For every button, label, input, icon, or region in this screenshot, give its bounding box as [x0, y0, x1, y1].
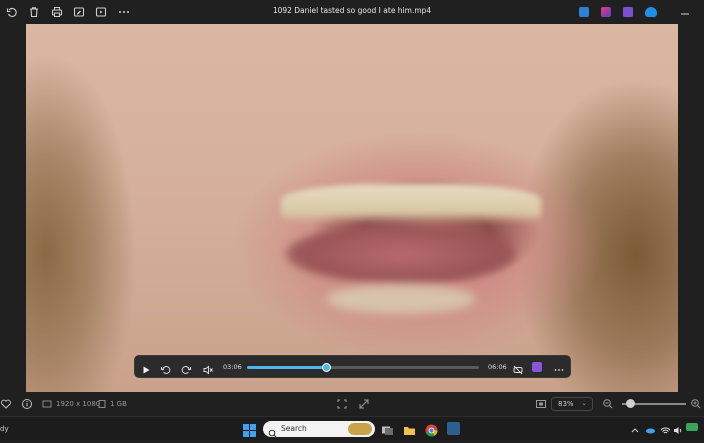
- zoom-value: 83%: [558, 400, 574, 408]
- play-button[interactable]: [140, 361, 152, 374]
- onedrive-icon[interactable]: [645, 7, 657, 17]
- battery-icon: [686, 423, 698, 431]
- windows-start-icon[interactable]: [243, 422, 256, 437]
- video-frame[interactable]: [26, 24, 678, 392]
- status-left-text: dy: [0, 425, 9, 433]
- chevron-down-icon: ⌄: [581, 399, 587, 407]
- video-content-tongue: [286, 224, 516, 284]
- clipchamp-edit-icon[interactable]: [532, 362, 542, 372]
- player-controls: 03:06 06:06: [134, 355, 571, 378]
- zoom-slider-thumb[interactable]: [626, 399, 635, 408]
- volume-mute-icon[interactable]: [202, 361, 214, 375]
- taskbar-search-box[interactable]: Search: [263, 421, 375, 439]
- clipchamp-icon[interactable]: [601, 7, 611, 17]
- zoom-out-icon[interactable]: [602, 398, 614, 410]
- seek-bar-fill: [247, 366, 326, 369]
- title-bar: 1092 Daniel tasted so good I ate him.mp4: [0, 0, 704, 24]
- cloud-tray-icon[interactable]: [645, 422, 656, 435]
- seek-thumb[interactable]: [321, 363, 331, 372]
- zoom-in-icon[interactable]: [690, 398, 702, 410]
- fit-screen-icon[interactable]: [336, 398, 348, 410]
- photos-taskbar-icon[interactable]: [447, 422, 460, 435]
- chrome-icon[interactable]: [425, 422, 438, 437]
- video-content-teeth: [281, 184, 541, 224]
- current-time: 03:06: [223, 363, 242, 371]
- search-icon: [268, 424, 278, 443]
- image-dimensions: 1920 x 1080: [56, 400, 101, 408]
- chevron-up-icon[interactable]: [630, 422, 640, 435]
- file-explorer-icon[interactable]: [403, 422, 416, 435]
- file-size: 1 GB: [110, 400, 127, 408]
- taskbar: dy Search: [0, 416, 704, 440]
- total-time: 06:06: [488, 363, 507, 371]
- forward-30-icon[interactable]: [180, 361, 192, 374]
- favorite-icon[interactable]: [0, 398, 12, 410]
- task-view-icon[interactable]: [381, 422, 394, 435]
- window-title: 1092 Daniel tasted so good I ate him.mp4: [272, 6, 432, 15]
- zoom-dropdown[interactable]: 83% ⌄: [551, 397, 593, 411]
- fullscreen-icon[interactable]: [358, 398, 370, 410]
- actual-size-icon[interactable]: [535, 398, 547, 410]
- wifi-icon[interactable]: [660, 422, 671, 435]
- photos-app-icon[interactable]: [579, 7, 589, 17]
- search-placeholder: Search: [281, 424, 307, 433]
- more-options-icon[interactable]: [553, 361, 565, 373]
- file-size-icon: [97, 399, 107, 409]
- dimensions-icon: [42, 399, 52, 409]
- status-bar: 1920 x 1080 1 GB 83% ⌄: [0, 392, 704, 416]
- video-content-lower: [326, 284, 476, 314]
- search-highlight-icon: [348, 423, 372, 435]
- seek-bar[interactable]: [247, 363, 479, 372]
- rewind-10-icon[interactable]: [160, 361, 172, 374]
- minimize-icon[interactable]: [679, 5, 691, 17]
- editor-app-icon[interactable]: [623, 7, 633, 17]
- info-icon[interactable]: [21, 398, 33, 410]
- repeat-off-icon[interactable]: [512, 361, 524, 375]
- volume-icon[interactable]: [673, 422, 684, 435]
